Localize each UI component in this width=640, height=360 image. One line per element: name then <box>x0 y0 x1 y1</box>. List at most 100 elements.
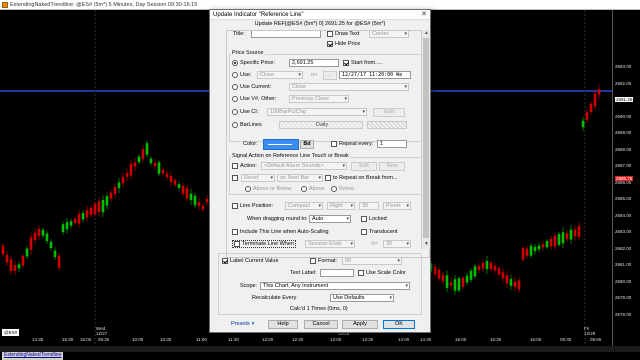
time-axis-label: 16:05 <box>80 337 92 342</box>
scroll-up-icon[interactable]: ▲ <box>422 30 431 37</box>
candle-body <box>457 278 461 291</box>
use-ci-edit-button[interactable]: Edit <box>373 108 405 117</box>
action-edit-button[interactable]: Edit <box>351 162 377 171</box>
symbol-tag[interactable]: @ES# <box>2 329 20 336</box>
line-offset-input[interactable]: 30 <box>359 202 379 210</box>
dialog-title: Update Indicator "Reference Line" <box>210 10 430 20</box>
line-position-select[interactable]: Compact <box>285 202 323 210</box>
terminate-checkbox[interactable] <box>234 241 240 247</box>
line-units-select[interactable]: Pixels <box>383 202 411 210</box>
reset-select[interactable]: Reset <box>241 174 275 182</box>
candle-body <box>501 272 505 279</box>
below-radio[interactable] <box>331 186 337 192</box>
help-button[interactable]: Help <box>268 320 298 329</box>
format-row: Format: <box>310 258 337 264</box>
color-swatch[interactable] <box>263 139 299 150</box>
use-current-select[interactable]: Close <box>289 83 409 91</box>
text-align-select[interactable]: Center <box>369 31 409 38</box>
candle-body <box>205 198 209 203</box>
use-scale-color-row: Use Scale Color <box>358 270 406 276</box>
draw-text-row: Draw Text <box>327 31 359 37</box>
barlines-pattern[interactable] <box>367 121 407 129</box>
terminate-label: Terminate Line When <box>242 241 294 247</box>
text-label-input[interactable] <box>320 269 354 277</box>
candle-body <box>193 195 197 206</box>
candle-body <box>177 184 181 189</box>
label-current-value-checkbox[interactable] <box>222 258 228 264</box>
use-vwap-radio[interactable] <box>232 96 238 102</box>
start-from-label: Start from..... <box>351 60 383 66</box>
above-or-below-radio[interactable] <box>245 186 251 192</box>
close-icon[interactable]: ✕ <box>421 11 427 19</box>
use-select[interactable]: Close <box>257 71 303 79</box>
apply-button[interactable]: Apply <box>342 320 378 329</box>
terminate-select[interactable]: Session Ends <box>305 240 355 248</box>
repeat-every-input[interactable]: 1 <box>377 140 407 148</box>
datetime-input[interactable]: 12/27/17 11:20:00 We <box>339 71 411 79</box>
scroll-thumb[interactable] <box>423 38 429 238</box>
above-radio[interactable] <box>301 186 307 192</box>
autoscale-checkbox[interactable] <box>232 229 238 235</box>
presets-button[interactable]: Presets ▾ <box>231 321 254 327</box>
repeat-break-checkbox[interactable] <box>325 175 331 181</box>
candle-body <box>93 203 97 215</box>
barlines-select[interactable]: Daily <box>279 121 363 129</box>
use-radio[interactable] <box>232 72 238 78</box>
title-input[interactable] <box>251 31 321 38</box>
recalculate-select[interactable]: Use Defaults <box>330 294 394 302</box>
locked-checkbox[interactable] <box>361 216 367 222</box>
barlines-radio[interactable] <box>232 122 238 128</box>
reset-timing-select[interactable]: on Next Bar <box>277 174 323 182</box>
candle-body <box>573 229 577 237</box>
line-style-button[interactable]: Bd <box>300 140 314 149</box>
candle-body <box>81 213 85 220</box>
candle-body <box>197 202 201 206</box>
candle-body <box>161 169 165 174</box>
x-select[interactable]: 30 <box>383 240 411 248</box>
use-current-radio[interactable] <box>232 84 238 90</box>
specific-price-radio[interactable] <box>232 60 238 66</box>
scroll-down-icon[interactable]: ▼ <box>422 241 431 248</box>
ok-button[interactable]: OK <box>383 320 415 329</box>
candle-body <box>537 245 541 250</box>
format-select[interactable]: 99 <box>342 257 402 265</box>
vertical-scrollbar[interactable]: ▲ ▼ <box>421 30 430 249</box>
chart-tab[interactable]: ExtendingNakedTrendline <box>2 352 64 360</box>
draw-text-checkbox[interactable] <box>327 31 333 37</box>
price-axis[interactable]: 2693.00 2692.00 2691.25 2690.00 2689.00 2688.… <box>612 10 640 346</box>
use-ci-radio[interactable] <box>232 109 238 115</box>
use-current-row: Use Current: <box>232 84 271 90</box>
start-from-checkbox[interactable] <box>343 60 349 66</box>
translucent-checkbox[interactable] <box>361 229 367 235</box>
repeat-break-row: to Repeat on Break from... <box>325 175 398 181</box>
reset-checkbox[interactable] <box>232 175 238 181</box>
action-new-button[interactable]: New <box>379 162 405 171</box>
candle-body <box>477 265 481 271</box>
use-ci-select[interactable]: 100BarPctChg <box>267 108 367 116</box>
on-label: on <box>311 72 318 78</box>
dragging-select[interactable]: Auto <box>309 215 351 223</box>
candle-body <box>581 120 585 128</box>
action-checkbox[interactable] <box>232 163 238 169</box>
candle-body <box>125 172 129 177</box>
candle-body <box>121 176 125 184</box>
candle-body <box>505 275 509 284</box>
line-position-checkbox[interactable] <box>232 203 238 209</box>
settings-scroll-area[interactable]: Title: Draw Text Center Hide Price Price… <box>226 30 430 258</box>
scope-select[interactable]: This Chart, Any Instrument <box>260 282 410 290</box>
candle-body <box>149 158 153 164</box>
action-select[interactable]: <Default Alarm Sounds> <box>261 162 347 170</box>
specific-price-input[interactable]: 2,691.25 <box>289 59 339 67</box>
use-scale-color-label: Use Scale Color <box>366 270 406 276</box>
repeat-every-checkbox[interactable] <box>331 141 337 147</box>
candle-body <box>37 228 41 237</box>
color-label: Color: <box>243 141 258 147</box>
use-vwap-select[interactable]: Previous Close <box>289 95 349 103</box>
price-axis-label: 2681.00 <box>615 262 632 267</box>
hide-price-checkbox[interactable] <box>327 41 333 47</box>
use-scale-color-checkbox[interactable] <box>358 270 364 276</box>
line-side-select[interactable]: Right <box>327 202 355 210</box>
format-checkbox[interactable] <box>310 258 316 264</box>
calendar-button[interactable]: … <box>323 71 337 80</box>
cancel-button[interactable]: Cancel <box>304 320 338 329</box>
